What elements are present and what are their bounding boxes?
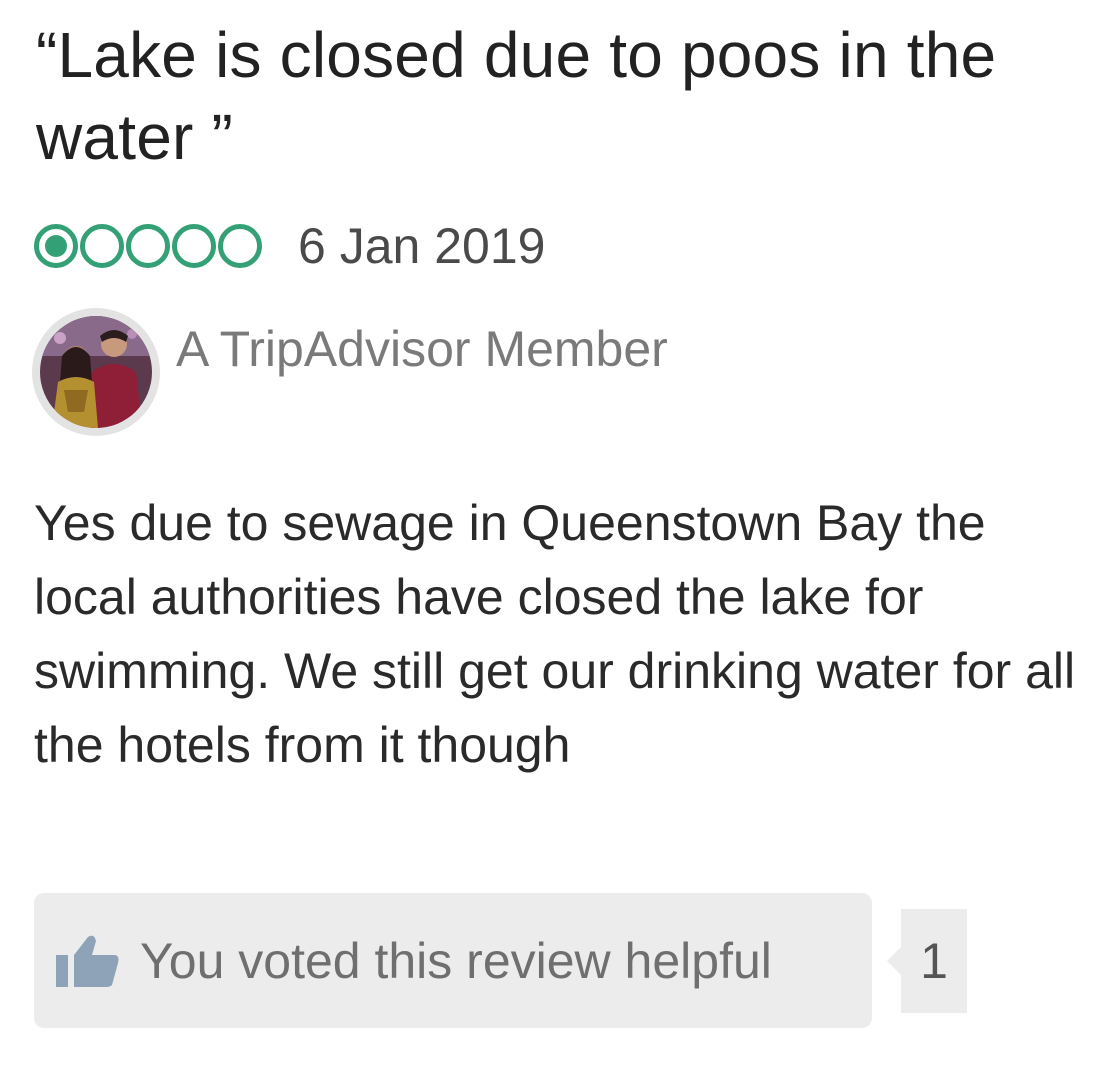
avatar[interactable]	[32, 308, 160, 436]
rating-bubble-5	[218, 224, 262, 268]
review-card: “Lake is closed due to poos in the water…	[0, 0, 1100, 1078]
rating-row: 6 Jan 2019	[34, 214, 545, 278]
review-title[interactable]: “Lake is closed due to poos in the water…	[36, 14, 1076, 178]
rating-bubble-1	[34, 224, 78, 268]
review-date: 6 Jan 2019	[298, 218, 546, 274]
author-name[interactable]: A TripAdvisor Member	[176, 320, 668, 378]
user-photo-avatar-icon	[40, 316, 152, 428]
author-row: A TripAdvisor Member	[32, 308, 668, 436]
helpful-vote-button[interactable]: You voted this review helpful	[34, 893, 872, 1028]
helpful-vote-label: You voted this review helpful	[140, 932, 772, 989]
helpful-count-badge: 1	[887, 909, 967, 1013]
bubble-rating	[34, 224, 262, 268]
rating-bubble-3	[126, 224, 170, 268]
rating-bubble-2	[80, 224, 124, 268]
rating-bubble-4	[172, 224, 216, 268]
review-body: Yes due to sewage in Queenstown Bay the …	[34, 495, 1076, 773]
thumbs-up-icon	[56, 935, 119, 987]
helpful-count-value: 1	[920, 933, 948, 989]
